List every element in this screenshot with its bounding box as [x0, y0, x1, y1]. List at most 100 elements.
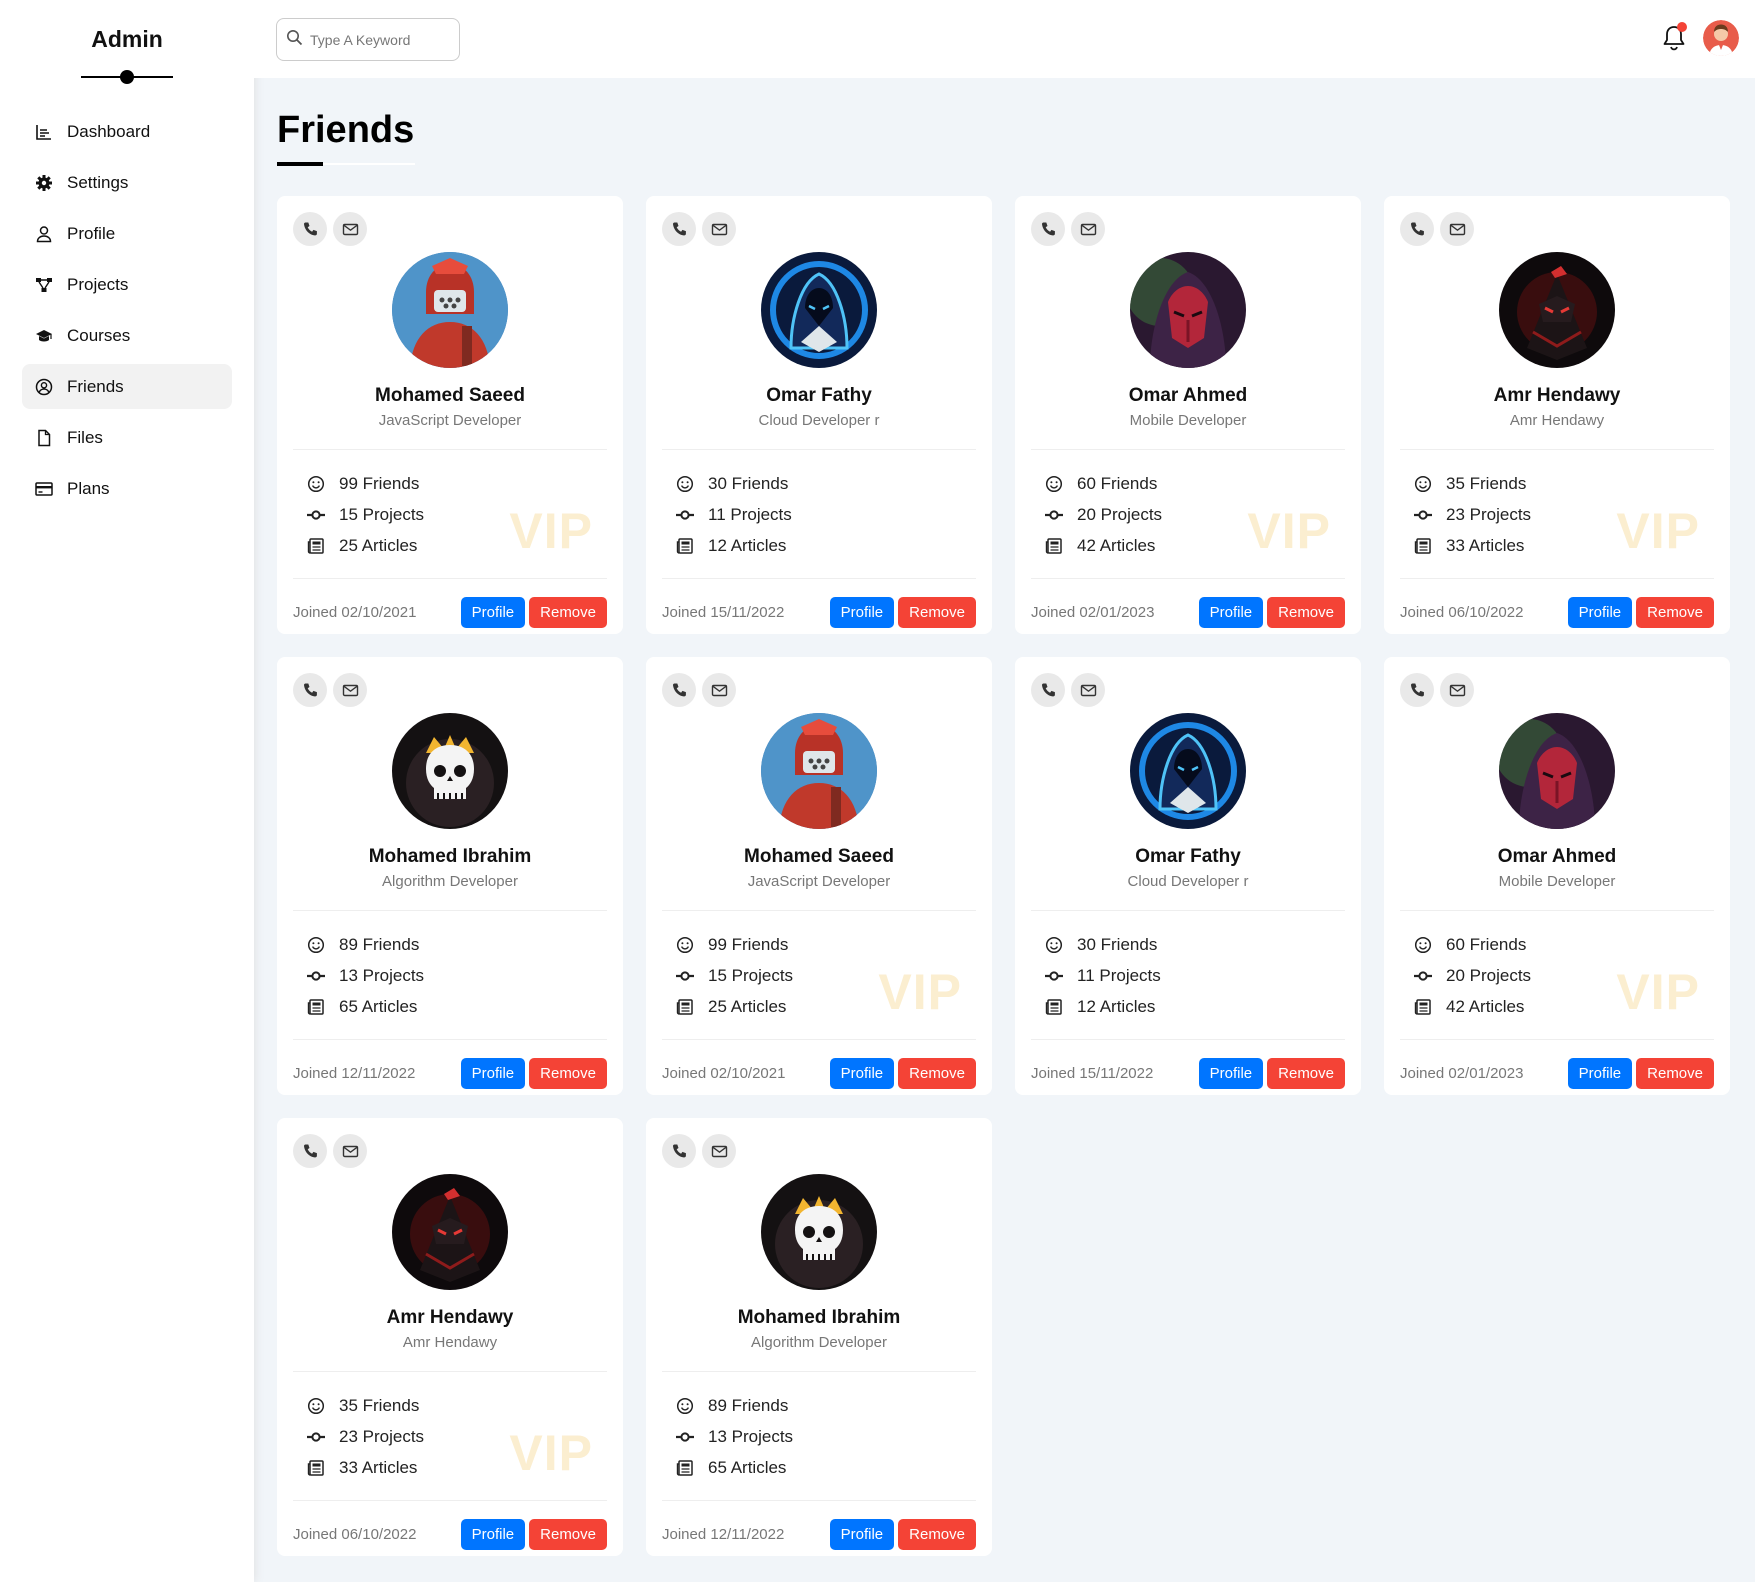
email-button[interactable]	[333, 212, 367, 246]
remove-button[interactable]: Remove	[529, 1057, 607, 1089]
card-footer: Joined 02/01/2023 Profile Remove	[1031, 579, 1345, 645]
vip-badge: VIP	[1616, 964, 1700, 1020]
card-footer: Joined 15/11/2022 Profile Remove	[1031, 1040, 1345, 1106]
friend-stats: 35 Friends 23 Projects 33 Articles VIP	[293, 1372, 607, 1500]
sidebar-item-profile[interactable]: Profile	[22, 211, 232, 256]
sidebar-item-label: Profile	[67, 223, 116, 243]
remove-button[interactable]: Remove	[529, 596, 607, 628]
remove-button[interactable]: Remove	[898, 596, 976, 628]
email-button[interactable]	[702, 212, 736, 246]
sidebar-item-courses[interactable]: Courses	[22, 313, 232, 358]
email-button[interactable]	[333, 673, 367, 707]
friends-count: 60 Friends	[1446, 934, 1527, 954]
friend-card: Mohamed Saeed JavaScript Developer 99 Fr…	[646, 657, 992, 1095]
articles-count: 42 Articles	[1446, 996, 1525, 1016]
profile-button[interactable]: Profile	[460, 1057, 526, 1089]
email-button[interactable]	[702, 673, 736, 707]
user-avatar[interactable]	[1703, 20, 1739, 56]
remove-button[interactable]: Remove	[1267, 596, 1345, 628]
profile-button[interactable]: Profile	[1567, 596, 1633, 628]
remove-button[interactable]: Remove	[1636, 596, 1714, 628]
phone-button[interactable]	[1400, 212, 1434, 246]
phone-button[interactable]	[1400, 673, 1434, 707]
friends-grid: Mohamed Saeed JavaScript Developer 99 Fr…	[277, 196, 1732, 1556]
email-button[interactable]	[702, 1134, 736, 1168]
envelope-icon	[1080, 223, 1096, 235]
commit-icon	[305, 966, 327, 986]
phone-icon	[1041, 222, 1055, 235]
notification-button[interactable]	[1661, 22, 1687, 52]
joined-date: Joined 02/01/2023	[1031, 603, 1155, 621]
friend-card: Mohamed Saeed JavaScript Developer 99 Fr…	[277, 196, 623, 634]
brand-decoration	[81, 70, 173, 84]
user-icon	[34, 224, 54, 244]
smile-icon	[305, 935, 327, 955]
profile-button[interactable]: Profile	[829, 1518, 895, 1550]
sidebar-item-friends[interactable]: Friends	[22, 364, 232, 409]
smile-icon	[1043, 935, 1065, 955]
profile-button[interactable]: Profile	[460, 1518, 526, 1550]
remove-button[interactable]: Remove	[898, 1057, 976, 1089]
phone-icon	[1041, 683, 1055, 696]
contact-actions	[1031, 673, 1345, 707]
friend-stats: 89 Friends 13 Projects 65 Articles	[662, 1372, 976, 1500]
articles-count-row: 65 Articles	[305, 991, 607, 1022]
phone-button[interactable]	[293, 212, 327, 246]
phone-button[interactable]	[293, 673, 327, 707]
remove-button[interactable]: Remove	[1636, 1057, 1714, 1089]
phone-button[interactable]	[1031, 212, 1065, 246]
search-input[interactable]	[310, 31, 450, 48]
remove-button[interactable]: Remove	[529, 1518, 607, 1550]
card-footer: Joined 02/10/2021 Profile Remove	[293, 579, 607, 645]
phone-icon	[303, 683, 317, 696]
profile-button[interactable]: Profile	[1567, 1057, 1633, 1089]
profile-button[interactable]: Profile	[829, 1057, 895, 1089]
friend-avatar	[392, 713, 508, 829]
smile-icon	[674, 1396, 696, 1416]
friend-stats: 89 Friends 13 Projects 65 Articles	[293, 911, 607, 1039]
search-box[interactable]	[276, 18, 460, 61]
friend-name: Mohamed Saeed	[375, 385, 525, 406]
sidebar: Admin Dashboard Settings Profile Project…	[0, 0, 254, 1582]
profile-button[interactable]: Profile	[460, 596, 526, 628]
phone-icon	[1410, 683, 1424, 696]
email-button[interactable]	[333, 1134, 367, 1168]
phone-button[interactable]	[293, 1134, 327, 1168]
friend-avatar	[392, 1174, 508, 1290]
sidebar-item-dashboard[interactable]: Dashboard	[22, 109, 232, 154]
contact-actions	[1400, 212, 1714, 246]
commit-icon	[305, 1427, 327, 1447]
joined-date: Joined 02/10/2021	[662, 1064, 786, 1082]
email-button[interactable]	[1071, 673, 1105, 707]
brand-title: Admin	[91, 26, 163, 52]
profile-button[interactable]: Profile	[1198, 596, 1264, 628]
sidebar-item-plans[interactable]: Plans	[22, 466, 232, 511]
sidebar-item-label: Dashboard	[67, 121, 151, 141]
friends-count-row: 89 Friends	[305, 929, 607, 960]
remove-button[interactable]: Remove	[1267, 1057, 1345, 1089]
sidebar-item-files[interactable]: Files	[22, 415, 232, 460]
card-footer: Joined 02/10/2021 Profile Remove	[662, 1040, 976, 1106]
email-button[interactable]	[1440, 212, 1474, 246]
joined-date: Joined 06/10/2022	[293, 1525, 417, 1543]
joined-date: Joined 15/11/2022	[1031, 1064, 1154, 1082]
projects-count-row: 13 Projects	[674, 1421, 976, 1452]
friends-count-row: 60 Friends	[1412, 929, 1714, 960]
contact-actions	[662, 673, 976, 707]
card-footer: Joined 12/11/2022 Profile Remove	[293, 1040, 607, 1106]
phone-button[interactable]	[1031, 673, 1065, 707]
profile-button[interactable]: Profile	[1198, 1057, 1264, 1089]
friends-count: 89 Friends	[339, 934, 420, 954]
friend-stats: 99 Friends 15 Projects 25 Articles VIP	[662, 911, 976, 1039]
profile-button[interactable]: Profile	[829, 596, 895, 628]
phone-button[interactable]	[662, 1134, 696, 1168]
sidebar-item-settings[interactable]: Settings	[22, 160, 232, 205]
email-button[interactable]	[1071, 212, 1105, 246]
email-button[interactable]	[1440, 673, 1474, 707]
phone-button[interactable]	[662, 212, 696, 246]
sidebar-item-projects[interactable]: Projects	[22, 262, 232, 307]
phone-button[interactable]	[662, 673, 696, 707]
newspaper-icon	[1043, 997, 1065, 1017]
friend-card: Amr Hendawy Amr Hendawy 35 Friends 23 Pr…	[1384, 196, 1730, 634]
remove-button[interactable]: Remove	[898, 1518, 976, 1550]
